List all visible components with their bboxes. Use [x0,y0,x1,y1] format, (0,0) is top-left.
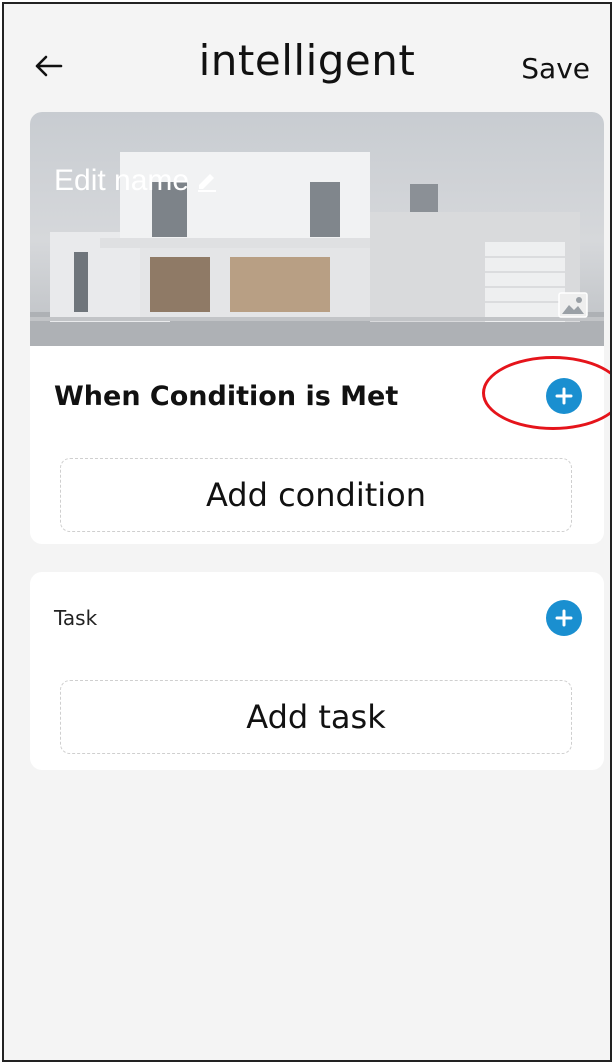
app-screen: intelligent Save Edit name When Conditio… [2,2,612,1062]
cover-image[interactable]: Edit name [30,112,604,346]
add-condition-label: Add condition [205,476,427,514]
save-button[interactable]: Save [521,52,590,85]
condition-header: When Condition is Met [54,374,582,418]
task-header: Task [54,596,582,640]
plus-circle-icon [555,609,573,627]
change-image-button[interactable] [558,292,588,322]
add-task-box[interactable]: Add task [60,680,572,754]
condition-title: When Condition is Met [54,380,399,412]
image-icon [558,292,588,318]
edit-name-button[interactable]: Edit name [54,164,219,198]
scene-card: Edit name When Condition is Met Add cond… [30,112,604,544]
add-task-label: Add task [246,698,386,736]
pencil-icon [198,174,217,192]
add-condition-box[interactable]: Add condition [60,458,572,532]
plus-circle-icon [555,387,573,405]
task-card: Task Add task [30,572,604,770]
task-title: Task [54,606,98,630]
page-title: intelligent [198,36,416,85]
add-task-plus-button[interactable] [546,600,582,636]
top-bar: intelligent Save [4,4,610,104]
edit-name-label: Edit name [54,164,190,197]
add-condition-plus-button[interactable] [546,378,582,414]
house-illustration [30,152,604,346]
